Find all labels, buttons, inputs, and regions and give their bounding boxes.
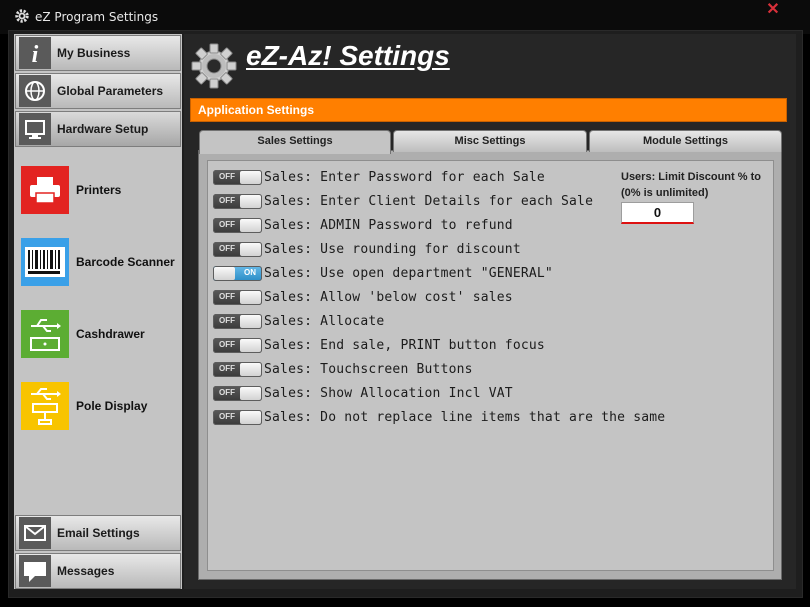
monitor-icon	[19, 113, 51, 145]
sidebar: i My Business Global Parameters Hardware…	[14, 34, 182, 589]
setting-label: Sales: End sale, PRINT button focus	[264, 337, 545, 353]
sidebar-item-label: My Business	[57, 46, 131, 60]
setting-row: OFF Sales: Enter Client Details for each …	[213, 193, 593, 209]
section-header: Application Settings	[190, 98, 787, 122]
info-icon: i	[19, 37, 51, 69]
setting-row: OFF Sales: ADMIN Password to refund	[213, 217, 513, 233]
toggle-knob	[240, 218, 261, 232]
page-title: eZ-Az! Settings	[246, 40, 450, 71]
toggle-knob	[240, 290, 261, 304]
setting-label: Sales: Allocate	[264, 313, 385, 329]
envelope-icon	[19, 517, 51, 549]
gear-icon	[15, 9, 29, 23]
toggle-knob	[240, 386, 261, 400]
toggle-switch[interactable]: OFF	[213, 241, 262, 257]
toggle-switch[interactable]: OFF	[213, 409, 262, 425]
printer-icon	[21, 166, 69, 214]
sidebar-item-hardware-setup[interactable]: Hardware Setup	[15, 111, 181, 147]
close-button[interactable]: ✕	[764, 2, 782, 18]
setting-label: Sales: ADMIN Password to refund	[264, 217, 513, 233]
title-bar: eZ Program Settings ✕	[0, 0, 810, 34]
toggle-knob	[240, 314, 261, 328]
toggle-knob	[214, 266, 235, 280]
toggle-switch[interactable]: OFF	[213, 385, 262, 401]
setting-row: OFF Sales: Do not replace line items that…	[213, 409, 665, 425]
toggle-knob	[240, 194, 261, 208]
setting-row: OFF Sales: End sale, PRINT button focus	[213, 337, 545, 353]
hardware-item-label: Pole Display	[76, 399, 148, 413]
svg-text:i: i	[32, 42, 39, 68]
toggle-state-text: OFF	[219, 339, 235, 349]
toggle-switch[interactable]: OFF	[213, 169, 262, 185]
hardware-item-pole-display[interactable]: Pole Display	[21, 381, 181, 431]
setting-row: OFF Sales: Allow 'below cost' sales	[213, 289, 513, 305]
usb-cashdrawer-icon	[21, 310, 69, 358]
tab-module-settings[interactable]: Module Settings	[589, 130, 782, 152]
toggle-knob	[240, 362, 261, 376]
sidebar-item-email-settings[interactable]: Email Settings	[15, 515, 181, 551]
toggle-state-text: ON	[244, 267, 256, 277]
tab-misc-settings[interactable]: Misc Settings	[393, 130, 587, 152]
window-title: eZ Program Settings	[35, 10, 159, 24]
toggle-knob	[240, 338, 261, 352]
discount-limit-label: Users: Limit Discount % to (0% is unlimi…	[621, 171, 761, 199]
setting-row: OFF Sales: Enter Password for each Sale	[213, 169, 545, 185]
toggle-state-text: OFF	[219, 411, 235, 421]
sidebar-item-label: Hardware Setup	[57, 122, 149, 136]
toggle-switch[interactable]: OFF	[213, 193, 262, 209]
hardware-item-cashdrawer[interactable]: Cashdrawer	[21, 309, 181, 359]
setting-label: Sales: Do not replace line items that ar…	[264, 409, 666, 425]
setting-row: OFF Sales: Use rounding for discount	[213, 241, 521, 257]
setting-label: Sales: Touchscreen Buttons	[264, 361, 473, 377]
toggle-knob	[240, 170, 261, 184]
toggle-switch[interactable]: OFF	[213, 289, 262, 305]
tab-sales-settings[interactable]: Sales Settings	[199, 130, 391, 154]
hardware-item-label: Barcode Scanner	[76, 255, 175, 269]
setting-label: Sales: Use open department "GENERAL"	[264, 265, 553, 281]
setting-label: Sales: Allow 'below cost' sales	[264, 289, 513, 305]
chat-icon	[19, 555, 51, 587]
setting-label: Sales: Show Allocation Incl VAT	[264, 385, 513, 401]
setting-label: Sales: Enter Password for each Sale	[264, 169, 545, 185]
sidebar-item-label: Global Parameters	[57, 84, 164, 98]
toggle-knob	[240, 242, 261, 256]
toggle-state-text: OFF	[219, 243, 235, 253]
setting-row: ON Sales: Use open department "GENERAL"	[213, 265, 553, 281]
discount-limit-input[interactable]	[621, 202, 694, 224]
sidebar-item-label: Email Settings	[57, 526, 140, 540]
setting-label: Sales: Use rounding for discount	[264, 241, 521, 257]
toggle-switch[interactable]: OFF	[213, 361, 262, 377]
hardware-item-label: Printers	[76, 183, 122, 197]
toggle-state-text: OFF	[219, 291, 235, 301]
toggle-state-text: OFF	[219, 315, 235, 325]
toggle-state-text: OFF	[219, 363, 235, 373]
toggle-switch[interactable]: OFF	[213, 313, 262, 329]
toggle-state-text: OFF	[219, 195, 235, 205]
sidebar-item-label: Messages	[57, 564, 115, 578]
setting-row: OFF Sales: Allocate	[213, 313, 384, 329]
toggle-knob	[240, 410, 261, 424]
setting-label: Sales: Enter Client Details for each Sal…	[264, 193, 594, 209]
settings-gear-icon	[191, 43, 237, 89]
setting-row: OFF Sales: Touchscreen Buttons	[213, 361, 473, 377]
barcode-icon	[21, 238, 69, 286]
sidebar-item-messages[interactable]: Messages	[15, 553, 181, 589]
setting-row: OFF Sales: Show Allocation Incl VAT	[213, 385, 513, 401]
toggle-state-text: OFF	[219, 387, 235, 397]
toggle-switch[interactable]: OFF	[213, 217, 262, 233]
sidebar-item-global-parameters[interactable]: Global Parameters	[15, 73, 181, 109]
usb-pole-display-icon	[21, 382, 69, 430]
toggle-switch[interactable]: OFF	[213, 337, 262, 353]
hardware-item-barcode-scanner[interactable]: Barcode Scanner	[21, 237, 181, 287]
toggle-state-text: OFF	[219, 219, 235, 229]
sidebar-item-my-business[interactable]: i My Business	[15, 35, 181, 71]
hardware-item-printers[interactable]: Printers	[21, 165, 181, 215]
toggle-switch[interactable]: ON	[213, 265, 262, 281]
hardware-item-label: Cashdrawer	[76, 327, 145, 341]
toggle-state-text: OFF	[219, 171, 235, 181]
globe-icon	[19, 75, 51, 107]
